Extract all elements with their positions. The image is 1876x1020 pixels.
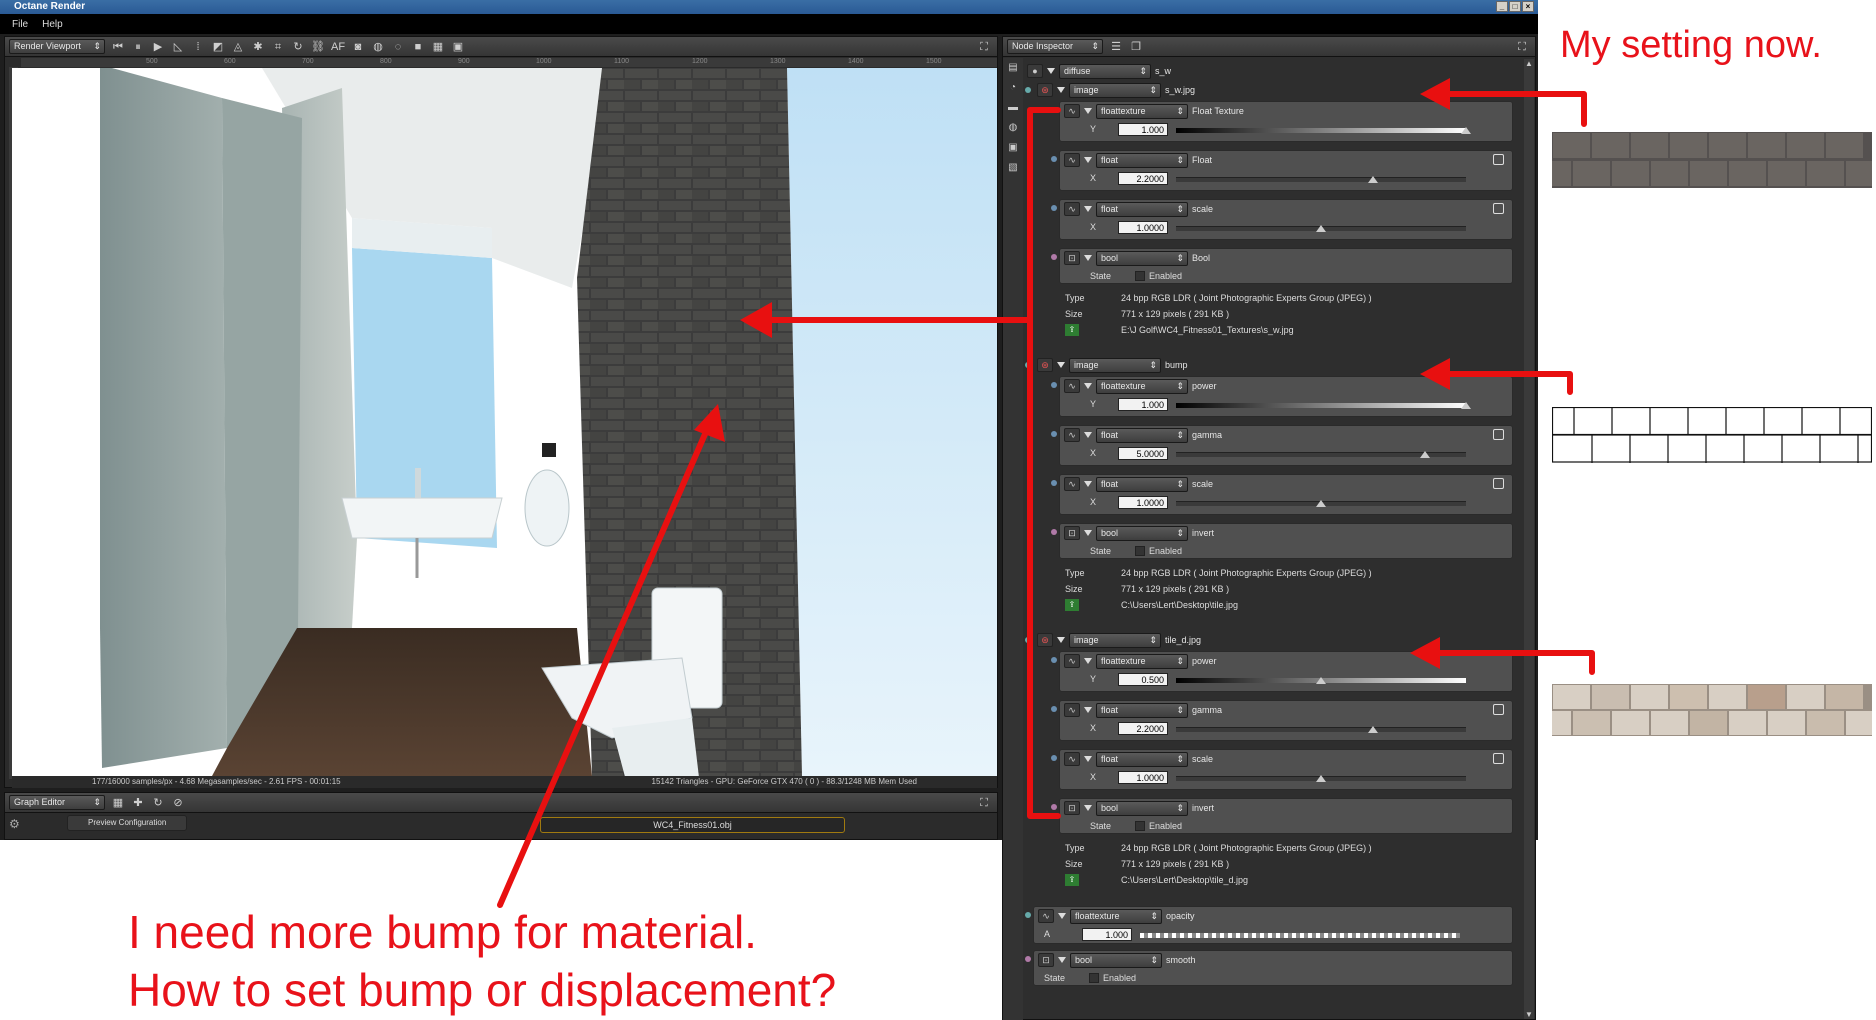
annotation-question-line2: How to set bump or displacement? [128, 964, 837, 1016]
arrow-from-question [497, 415, 715, 908]
annotation-arrows [497, 78, 1595, 908]
arrowhead [1410, 637, 1440, 669]
bracket-line [1027, 107, 1061, 819]
screenshot-root: Octane Render _ □ × File Help Render Vie… [0, 0, 1876, 1020]
arrowhead [1420, 78, 1450, 110]
annotation-question-line1: I need more bump for material. [128, 906, 757, 958]
arrowhead [694, 404, 725, 442]
arrowhead [740, 302, 772, 338]
arrow-to-tile-image [1417, 650, 1595, 675]
arrow-to-bump-image [1427, 371, 1573, 395]
arrowhead [1420, 358, 1450, 390]
annotation-my-setting: My setting now. [1560, 24, 1822, 66]
arrow-to-diffuse-image [1427, 91, 1587, 127]
